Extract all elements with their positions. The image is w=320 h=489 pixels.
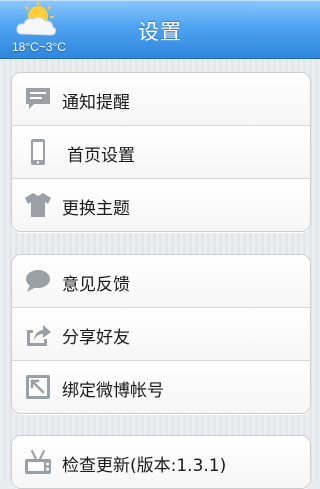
share-icon (27, 325, 51, 346)
setting-label: 通知提醒 (62, 93, 130, 113)
setting-label: 意见反馈 (62, 275, 130, 295)
link-account-icon (26, 375, 50, 399)
setting-label: 分享好友 (62, 328, 130, 348)
speech-bubble-icon (26, 270, 50, 292)
settings-group-social: 意见反馈 分享好友 绑定微博帐号 (11, 254, 311, 414)
setting-label: 更换主题 (62, 199, 130, 219)
setting-label: 绑定微博帐号 (62, 381, 164, 401)
shirt-icon (25, 193, 51, 217)
setting-item-check-update[interactable]: 检查更新(版本:1.3.1) (12, 436, 310, 488)
message-icon (26, 88, 50, 109)
page-title: 设置 (138, 20, 182, 44)
phone-icon (31, 139, 45, 165)
setting-item-notifications[interactable]: 通知提醒 (12, 73, 310, 126)
tv-update-icon (25, 450, 51, 474)
setting-item-feedback[interactable]: 意见反馈 (12, 255, 310, 308)
title-bar: 18°C~3°C 设置 (0, 0, 320, 59)
setting-item-theme[interactable]: 更换主题 (12, 179, 310, 231)
settings-group-general: 通知提醒 首页设置 更换主题 (11, 72, 311, 232)
setting-label: 首页设置 (67, 146, 135, 166)
setting-item-homepage[interactable]: 首页设置 (12, 126, 310, 179)
settings-group-about: 检查更新(版本:1.3.1) (11, 435, 311, 489)
setting-item-share[interactable]: 分享好友 (12, 308, 310, 361)
setting-item-bind-weibo[interactable]: 绑定微博帐号 (12, 361, 310, 413)
setting-label: 检查更新(版本:1.3.1) (62, 456, 227, 476)
